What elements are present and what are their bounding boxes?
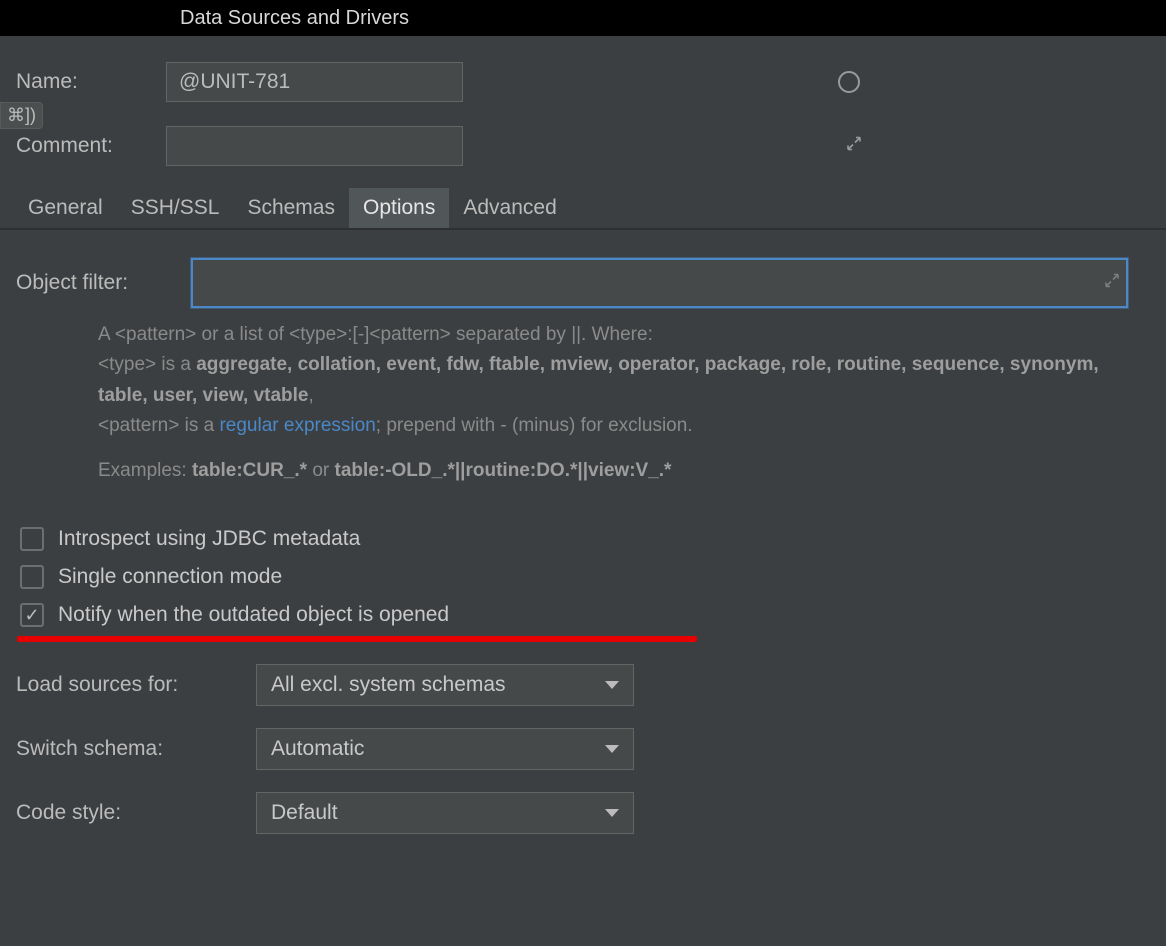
- name-label: Name:: [16, 70, 166, 94]
- comment-input[interactable]: [166, 126, 463, 166]
- single-connection-checkbox[interactable]: [20, 565, 44, 589]
- object-filter-input[interactable]: [191, 258, 1128, 308]
- chevron-down-icon: [605, 681, 619, 689]
- chevron-down-icon: [605, 809, 619, 817]
- regex-link[interactable]: regular expression: [219, 415, 375, 436]
- tab-options[interactable]: Options: [349, 188, 449, 228]
- shortcut-hint: ⌘]): [0, 102, 43, 129]
- tab-bar: General SSH/SSL Schemas Options Advanced: [0, 188, 1166, 230]
- notify-outdated-label: Notify when the outdated object is opene…: [58, 603, 449, 627]
- load-sources-label: Load sources for:: [16, 673, 256, 697]
- notify-outdated-checkbox[interactable]: ✓: [20, 603, 44, 627]
- filter-help-text: A <pattern> or a list of <type>:[-]<patt…: [98, 320, 1148, 486]
- code-style-value: Default: [271, 801, 338, 825]
- single-connection-label: Single connection mode: [58, 565, 282, 589]
- introspect-checkbox[interactable]: [20, 527, 44, 551]
- object-filter-label: Object filter:: [16, 271, 191, 295]
- chevron-down-icon: [605, 745, 619, 753]
- color-indicator-icon[interactable]: [838, 71, 860, 93]
- load-sources-select[interactable]: All excl. system schemas: [256, 664, 634, 706]
- introspect-label: Introspect using JDBC metadata: [58, 527, 360, 551]
- tab-ssh-ssl[interactable]: SSH/SSL: [117, 188, 234, 228]
- comment-label: Comment:: [16, 134, 166, 158]
- switch-schema-value: Automatic: [271, 737, 364, 761]
- code-style-select[interactable]: Default: [256, 792, 634, 834]
- switch-schema-select[interactable]: Automatic: [256, 728, 634, 770]
- code-style-label: Code style:: [16, 801, 256, 825]
- load-sources-value: All excl. system schemas: [271, 673, 506, 697]
- tab-advanced[interactable]: Advanced: [449, 188, 570, 228]
- tab-general[interactable]: General: [14, 188, 117, 228]
- name-input[interactable]: [166, 62, 463, 102]
- expand-icon[interactable]: [846, 136, 862, 157]
- window-title: Data Sources and Drivers: [0, 0, 1166, 36]
- expand-icon[interactable]: [1104, 273, 1120, 294]
- switch-schema-label: Switch schema:: [16, 737, 256, 761]
- tab-schemas[interactable]: Schemas: [233, 188, 349, 228]
- highlight-underline: [17, 636, 697, 642]
